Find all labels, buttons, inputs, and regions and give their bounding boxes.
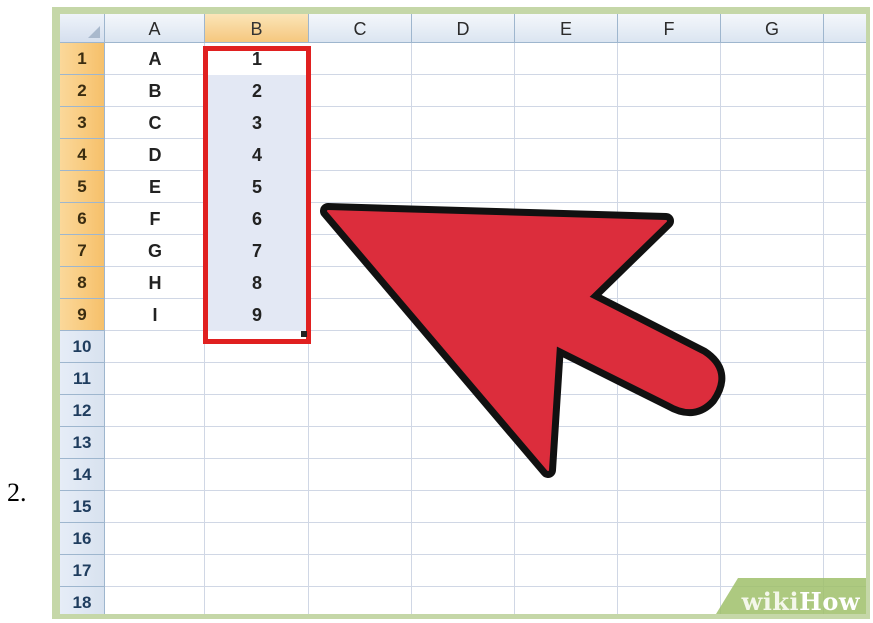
red-arrow-icon [320, 203, 726, 478]
spreadsheet-grid[interactable]: ABCDEFG 1 2 3 4 5 6 7 8 9 10 11 12 13 14 15 16 17 18 ABCD… [60, 14, 866, 614]
watermark-logo: wikiHow [741, 587, 860, 614]
step-number: 2. [7, 478, 27, 507]
